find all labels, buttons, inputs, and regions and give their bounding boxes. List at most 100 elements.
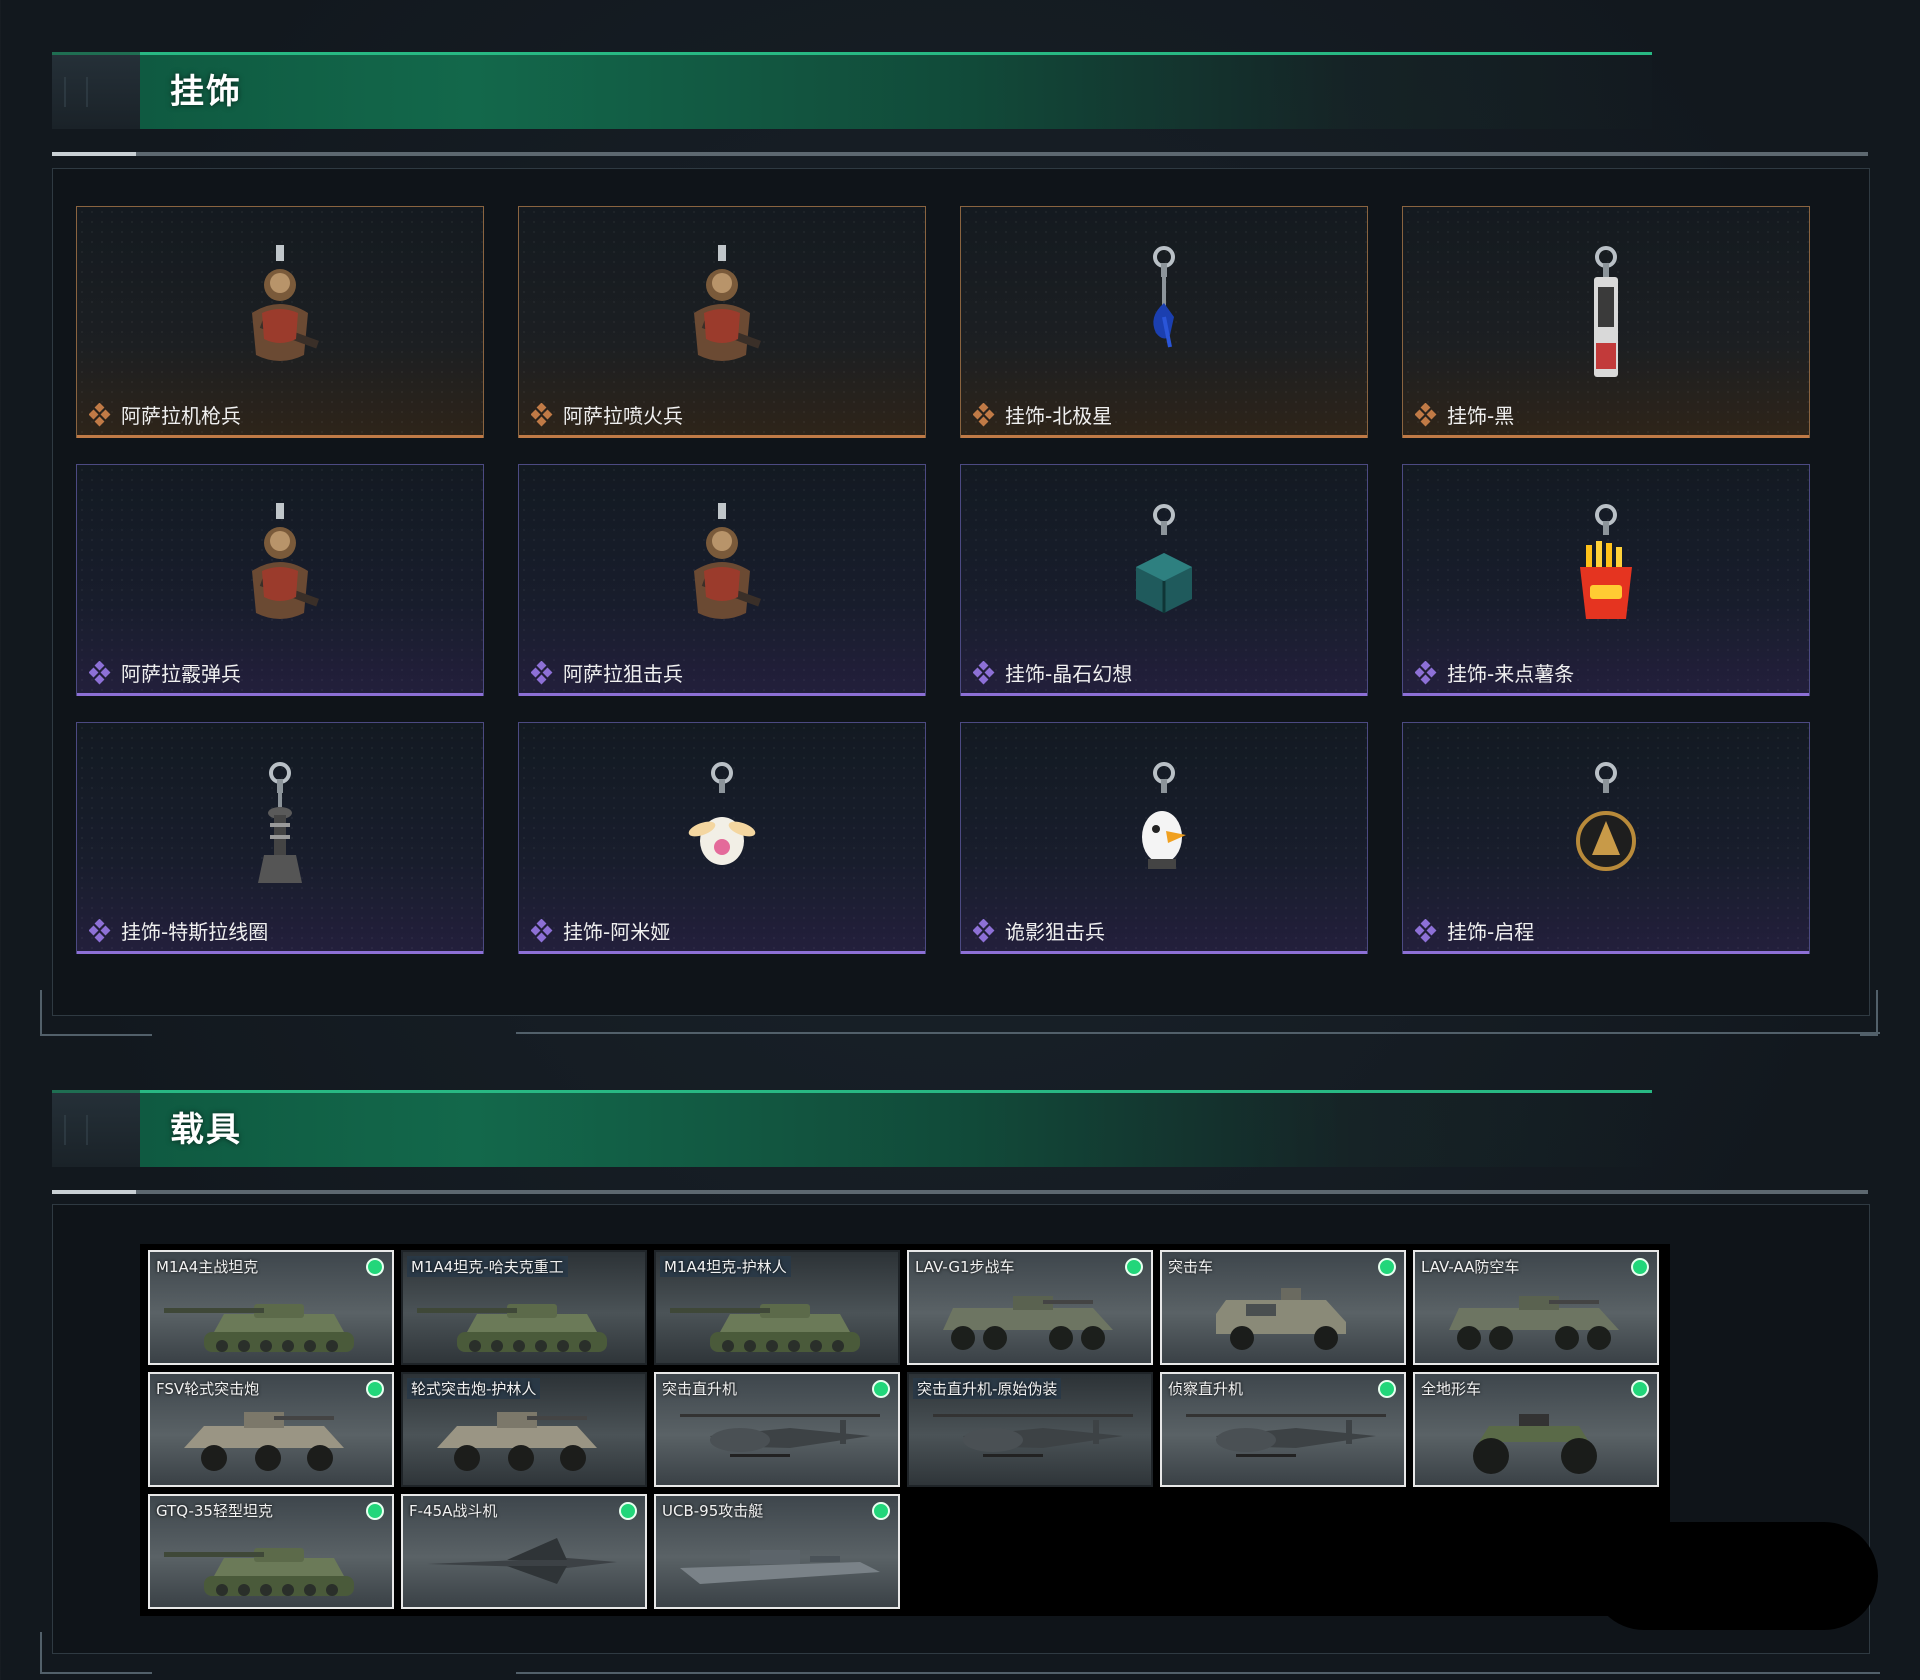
vehicle-name: F-45A战斗机 <box>409 1502 498 1520</box>
charm-card[interactable]: 挂饰-北极星 <box>960 206 1368 438</box>
vehicle-card[interactable]: M1A4坦克-哈夫克重工 <box>401 1250 647 1365</box>
vehicle-card[interactable]: FSV轮式突击炮 <box>148 1372 394 1487</box>
charm-name: 挂饰-北极星 <box>1005 404 1113 428</box>
operator-figure-icon <box>252 503 319 619</box>
charm-card[interactable]: 阿萨拉狙击兵 <box>518 464 926 696</box>
vehicle-card[interactable]: 突击直升机 <box>654 1372 900 1487</box>
charm-card[interactable]: 挂饰-晶石幻想 <box>960 464 1368 696</box>
tank-icon <box>164 1548 354 1596</box>
helicopter-icon <box>1186 1414 1386 1457</box>
owned-indicator-icon <box>366 1502 384 1520</box>
duck-charm-icon <box>1142 762 1186 869</box>
armored-car-icon <box>437 1412 597 1471</box>
rarity-diamond-icon <box>973 661 995 685</box>
vehicle-name: 突击直升机 <box>662 1380 738 1398</box>
rarity-diamond-icon <box>1415 661 1437 685</box>
header-bar <box>140 52 1652 129</box>
tank-icon <box>417 1304 607 1352</box>
owned-indicator-icon <box>1125 1258 1143 1276</box>
vehicle-card[interactable]: UCB-95攻击艇 <box>654 1494 900 1609</box>
vehicle-card[interactable]: 突击车 <box>1160 1250 1406 1365</box>
charm-card[interactable]: 阿萨拉机枪兵 <box>76 206 484 438</box>
star-charm-icon <box>1153 246 1175 348</box>
boat-icon <box>680 1550 880 1584</box>
charms-section-divider <box>52 152 1868 156</box>
vehicle-card[interactable]: 全地形车 <box>1413 1372 1659 1487</box>
rarity-diamond-icon <box>973 403 995 427</box>
vehicle-card[interactable]: 轮式突击炮-护林人 <box>401 1372 647 1487</box>
owned-indicator-icon <box>619 1502 637 1520</box>
charm-card[interactable]: 挂饰-黑 <box>1402 206 1810 438</box>
vehicles-section-divider <box>52 1190 1868 1194</box>
jet-icon <box>427 1538 617 1584</box>
rarity-diamond-icon <box>531 403 553 427</box>
atv-icon <box>1473 1414 1597 1474</box>
operator-figure-icon <box>694 503 761 619</box>
charm-name: 阿萨拉机枪兵 <box>121 404 241 428</box>
vehicle-grid: M1A4主战坦克 M1A4坦克-哈夫克重工 M1A4坦克-护林人 LAV-G1步战车突… <box>140 1244 1670 1616</box>
rarity-diamond-icon <box>89 403 111 427</box>
charm-card[interactable]: 阿萨拉喷火兵 <box>518 206 926 438</box>
vehicle-card[interactable]: M1A4坦克-护林人 <box>654 1250 900 1365</box>
vehicles-section-header: 载具 <box>52 1090 1652 1167</box>
vehicle-name: FSV轮式突击炮 <box>156 1380 260 1398</box>
vehicle-name: M1A4主战坦克 <box>156 1258 259 1276</box>
vehicle-card[interactable]: F-45A战斗机 <box>401 1494 647 1609</box>
vehicle-name: 侦察直升机 <box>1168 1380 1244 1398</box>
charm-name: 挂饰-黑 <box>1447 404 1515 428</box>
charm-name: 挂饰-晶石幻想 <box>1005 662 1133 686</box>
vehicle-name: 突击车 <box>1168 1258 1214 1276</box>
vehicle-card[interactable]: 侦察直升机 <box>1160 1372 1406 1487</box>
tank-icon <box>670 1304 860 1352</box>
header-stub <box>52 1090 140 1167</box>
vehicle-name: UCB-95攻击艇 <box>662 1502 764 1520</box>
owned-indicator-icon <box>1378 1258 1396 1276</box>
charm-name: 阿萨拉喷火兵 <box>563 404 683 428</box>
charm-card[interactable]: 挂饰-来点薯条 <box>1402 464 1810 696</box>
vehicle-name: LAV-AA防空车 <box>1421 1258 1520 1276</box>
vehicle-card[interactable]: 突击直升机-原始伪装 <box>907 1372 1153 1487</box>
charm-name: 挂饰-阿米娅 <box>563 920 671 944</box>
tank-icon <box>164 1304 354 1352</box>
truck-icon <box>1216 1288 1346 1350</box>
armored-car-icon <box>184 1412 344 1471</box>
owned-indicator-icon <box>366 1258 384 1276</box>
rarity-diamond-icon <box>1415 919 1437 943</box>
helicopter-icon <box>933 1414 1133 1457</box>
helicopter-icon <box>680 1414 880 1457</box>
vehicle-card[interactable]: LAV-AA防空车 <box>1413 1250 1659 1365</box>
owned-indicator-icon <box>872 1502 890 1520</box>
bunny-charm-icon <box>688 762 756 865</box>
tesla-coil-charm-icon <box>258 762 302 883</box>
rarity-diamond-icon <box>531 919 553 943</box>
rarity-diamond-icon <box>89 661 111 685</box>
charm-name: 挂饰-启程 <box>1447 920 1535 944</box>
fries-charm-icon <box>1580 504 1632 619</box>
panel-bottom-line <box>516 1032 1880 1034</box>
owned-indicator-icon <box>1631 1258 1649 1276</box>
apc-icon <box>943 1296 1113 1350</box>
vehicle-card[interactable]: GTQ-35轻型坦克 <box>148 1494 394 1609</box>
vehicle-name: GTQ-35轻型坦克 <box>156 1502 273 1520</box>
owned-indicator-icon <box>872 1380 890 1398</box>
operator-figure-icon <box>252 245 319 361</box>
charm-name: 阿萨拉狙击兵 <box>563 662 683 686</box>
charm-card[interactable]: 挂饰-阿米娅 <box>518 722 926 954</box>
vehicle-card[interactable]: M1A4主战坦克 <box>148 1250 394 1365</box>
vehicle-name: 全地形车 <box>1421 1380 1482 1398</box>
rarity-diamond-icon <box>1415 403 1437 427</box>
charm-name: 挂饰-特斯拉线圈 <box>121 920 269 944</box>
charm-card[interactable]: 挂饰-启程 <box>1402 722 1810 954</box>
vehicle-name: M1A4坦克-哈夫克重工 <box>407 1256 568 1277</box>
owned-indicator-icon <box>1378 1380 1396 1398</box>
charm-card[interactable]: 诡影狙击兵 <box>960 722 1368 954</box>
charm-name: 阿萨拉霰弹兵 <box>121 662 241 686</box>
panel-bottom-line <box>516 1672 1880 1674</box>
owned-indicator-icon <box>366 1380 384 1398</box>
rarity-diamond-icon <box>531 661 553 685</box>
vehicle-card[interactable]: LAV-G1步战车 <box>907 1250 1153 1365</box>
panel-corner-br <box>1860 990 1878 1036</box>
charm-card[interactable]: 挂饰-特斯拉线圈 <box>76 722 484 954</box>
charm-card[interactable]: 阿萨拉霰弹兵 <box>76 464 484 696</box>
charms-section-header: 挂饰 <box>52 52 1652 129</box>
